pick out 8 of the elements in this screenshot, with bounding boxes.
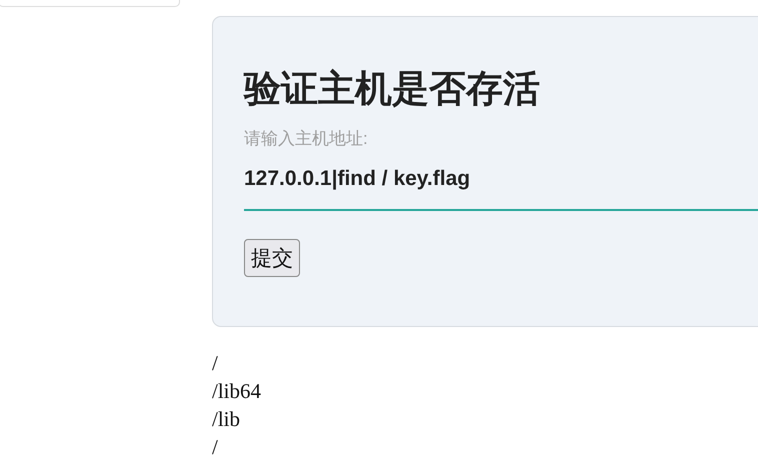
form-title: 验证主机是否存活 [244,67,541,111]
output-line: /lib64 [212,378,262,405]
field-label: 请输入主机地址: [244,128,369,150]
submit-button[interactable]: 提交 [244,239,300,277]
host-input-field[interactable]: 127.0.0.1|find / key.flag [244,167,758,211]
output-line: /lib [212,406,242,433]
output-line: / [212,350,219,377]
output-line: / [212,434,219,461]
